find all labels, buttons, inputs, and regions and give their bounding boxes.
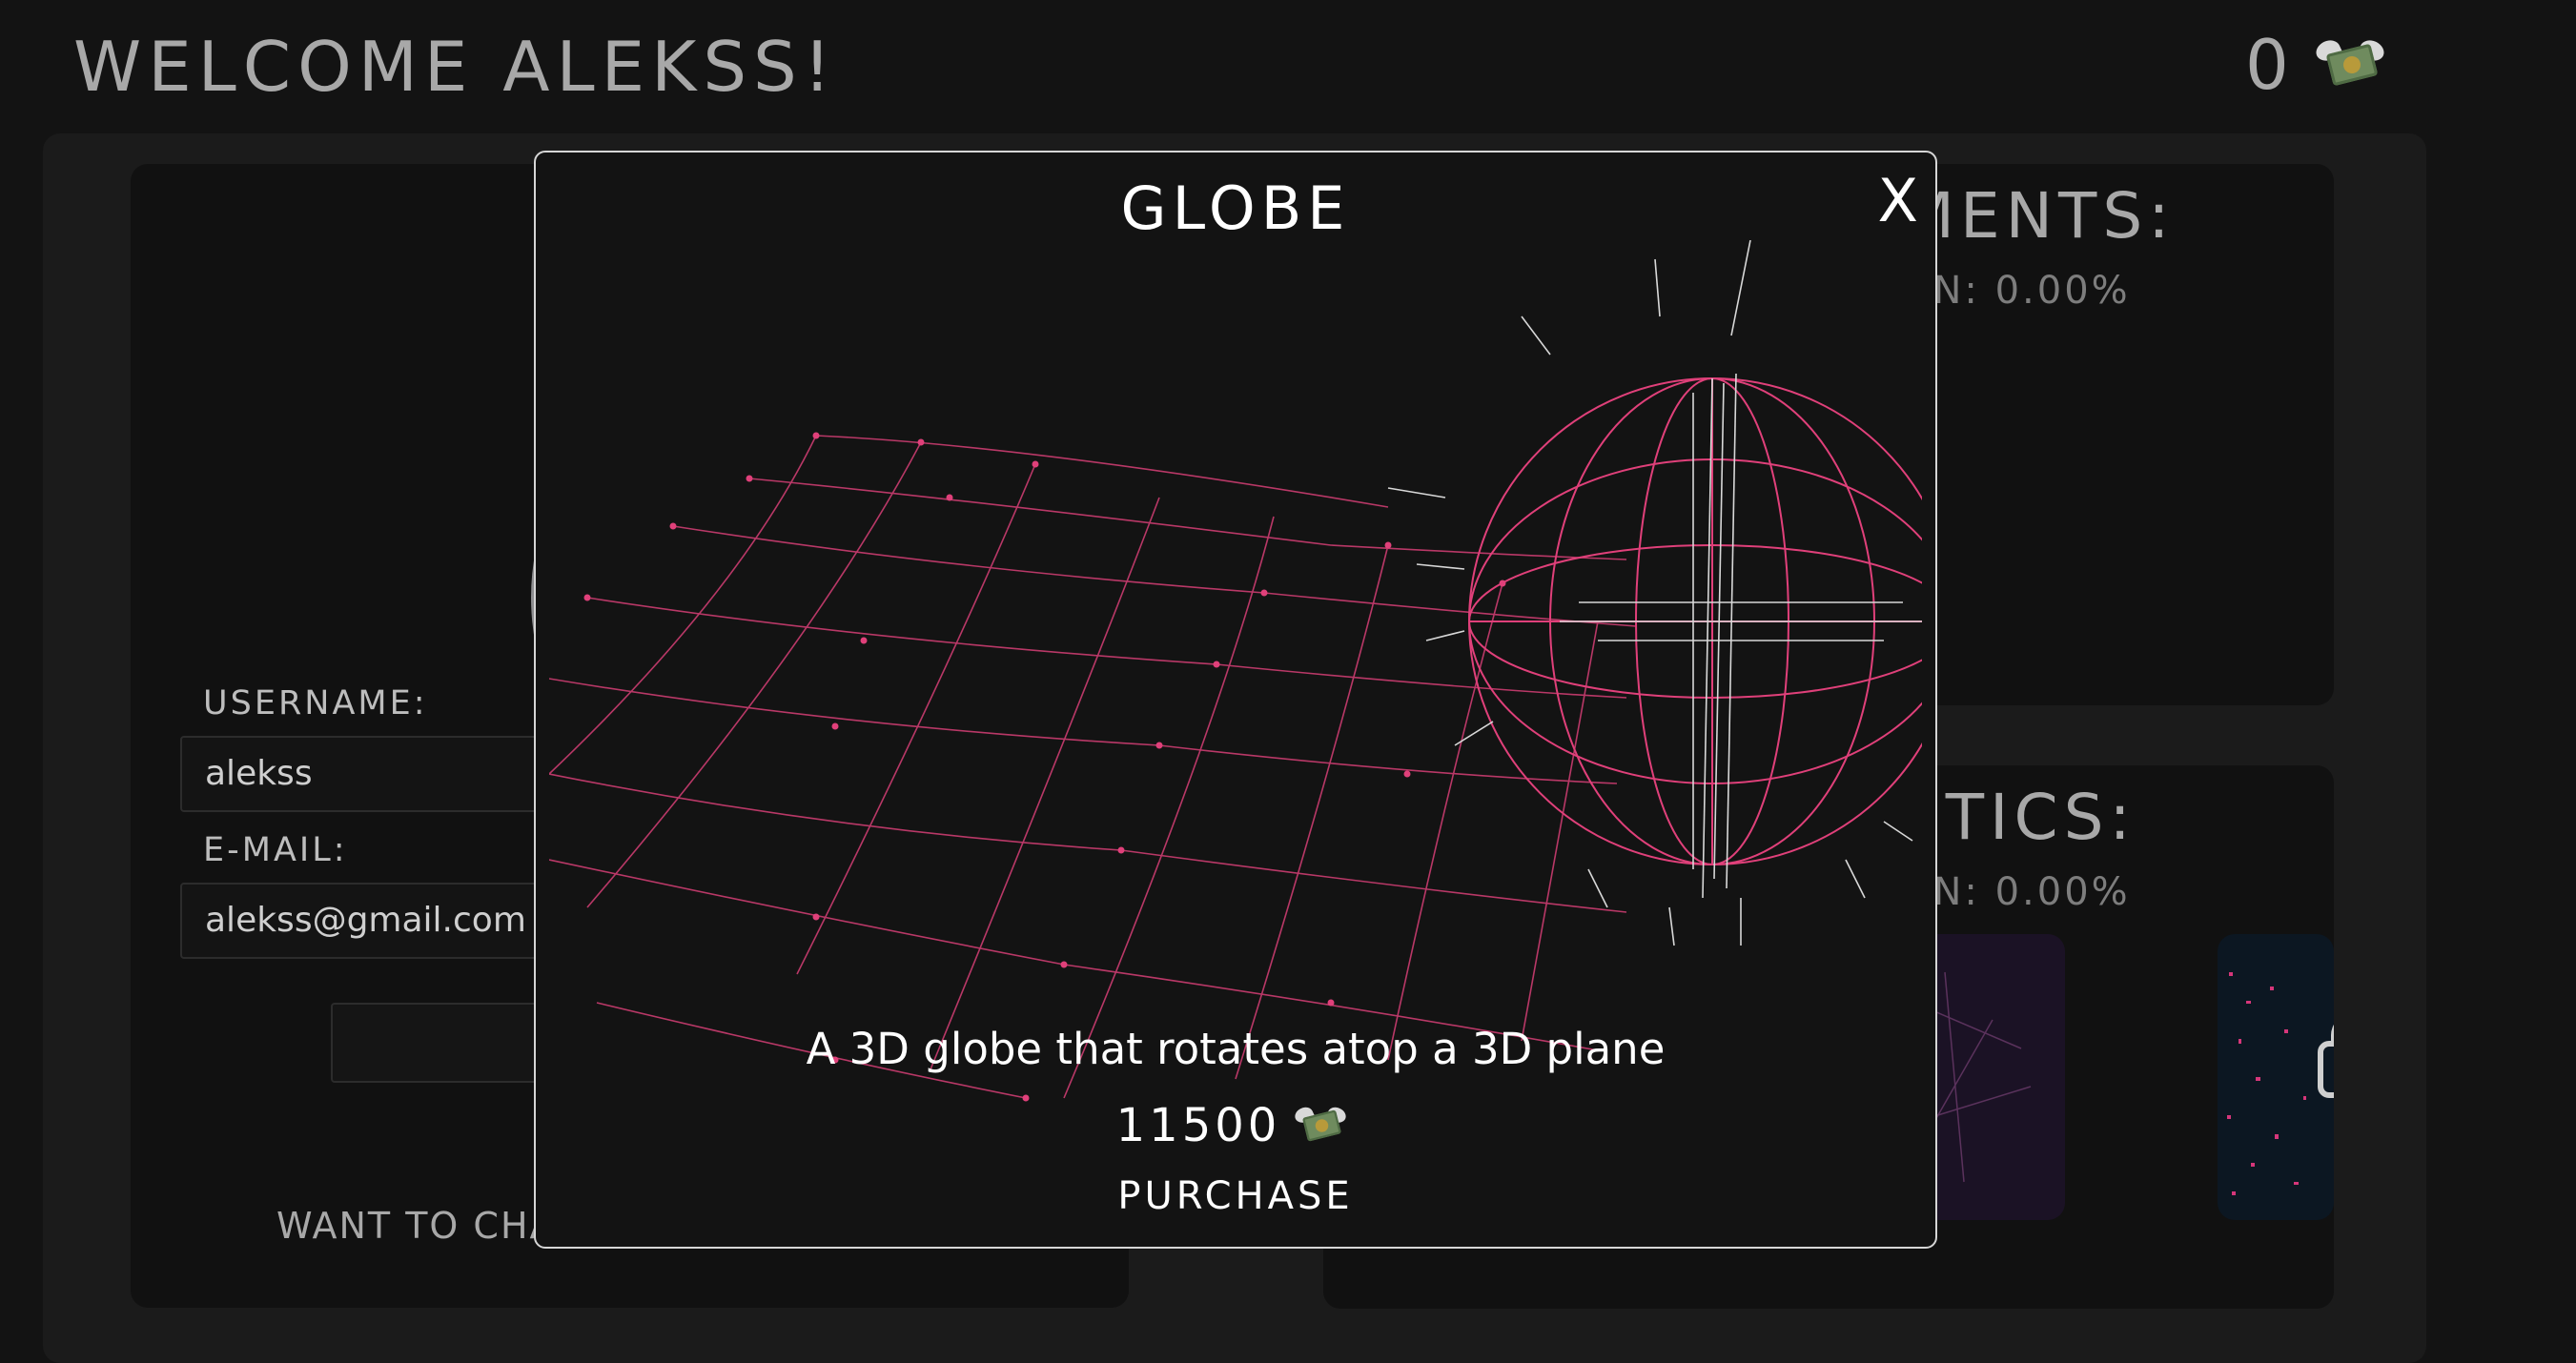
flying-money-icon — [2312, 35, 2387, 94]
change-password-link[interactable]: WANT TO CHA — [276, 1205, 557, 1247]
close-button[interactable]: X — [1878, 172, 1918, 231]
balance-display: 0 — [2245, 25, 2387, 105]
username-label: USERNAME: — [203, 684, 428, 722]
balance-amount: 0 — [2245, 25, 2289, 105]
flying-money-icon — [1293, 1104, 1349, 1149]
modal-title: GLOBE — [1120, 173, 1351, 243]
achievements-title: MENTS: — [1900, 179, 2176, 253]
purchase-button[interactable]: PURCHASE — [536, 1174, 1935, 1218]
price-amount: 11500 — [1115, 1099, 1281, 1152]
cosmetic-item-tile[interactable] — [2218, 934, 2334, 1220]
cosmetic-description: A 3D globe that rotates atop a 3D plane — [806, 1024, 1666, 1074]
lock-icon — [2318, 1014, 2334, 1098]
price-display: 11500 — [536, 1096, 1935, 1155]
email-label: E-MAIL: — [203, 831, 348, 869]
cosmetic-detail-modal: GLOBE X A 3D globe that rotates atop a 3… — [534, 151, 1937, 1249]
cosmetic-thumbnail — [2227, 972, 2306, 1195]
welcome-heading: WELCOME ALEKSS! — [73, 27, 838, 107]
